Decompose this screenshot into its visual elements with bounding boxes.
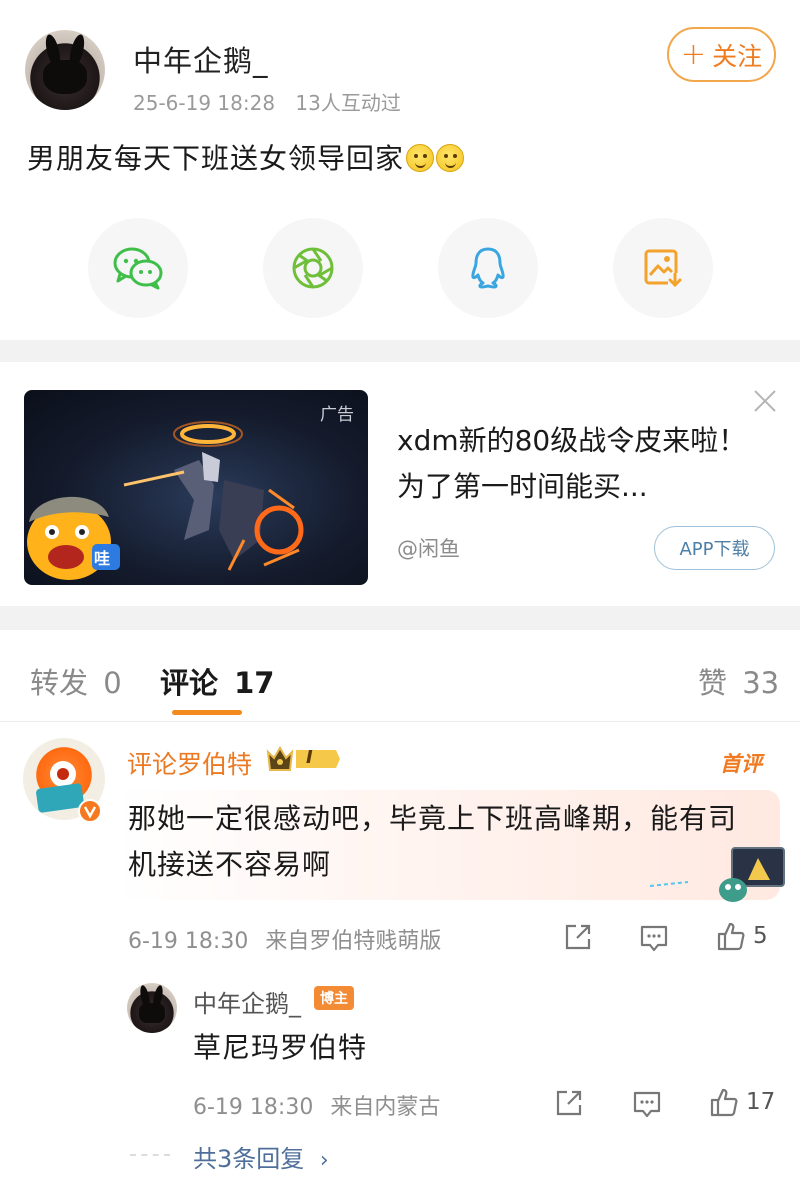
plus-icon: + (680, 37, 707, 72)
first-comment-badge: 首评 (720, 752, 762, 776)
more-replies-link[interactable]: 共3条回复 › (193, 1139, 329, 1174)
verified-icon (78, 799, 102, 823)
reply-source: 来自内蒙古 (330, 1095, 441, 1120)
share-icon (556, 1090, 582, 1116)
wechat-icon (113, 247, 163, 290)
reply-like-count: 17 (746, 1089, 776, 1115)
section-divider (0, 340, 800, 362)
comment-share-button[interactable] (563, 922, 593, 952)
tab-bar: 转发 0 评论 17 赞 33 (0, 630, 800, 722)
comment-icon (640, 925, 668, 952)
tab-comments[interactable]: 评论 17 (160, 660, 274, 702)
comment-reply-button[interactable] (639, 923, 669, 953)
tv-decoration-icon (649, 847, 785, 902)
tab-repost-label: 转发 (30, 666, 89, 700)
share-moments-button[interactable] (263, 218, 363, 318)
post-body: 男朋友每天下班送女领导回家 (27, 142, 405, 175)
tab-comments-count: 17 (234, 666, 275, 700)
reply-divider (130, 1154, 170, 1156)
moments-icon (292, 247, 334, 289)
qq-icon (471, 247, 505, 289)
post-username[interactable]: 中年企鹅_ (133, 38, 269, 80)
ad-mascot-label: 哇 (94, 549, 111, 568)
post-meta: 25-6-19 18:28 13人互动过 (133, 87, 401, 116)
chevron-right-icon: › (319, 1148, 329, 1173)
reply-username[interactable]: 中年企鹅_ (193, 984, 301, 1019)
avatar[interactable] (25, 30, 105, 110)
reply-text: 草尼玛罗伯特 (193, 1031, 368, 1064)
tab-repost[interactable]: 转发 0 (30, 660, 122, 702)
share-row (0, 218, 800, 318)
tab-likes-count: 33 (742, 666, 780, 700)
comment-meta: 6-19 18:30 来自罗伯特贱萌版 (128, 923, 441, 955)
ad-title[interactable]: xdm新的80级战令皮来啦！为了第一时间能买... (397, 418, 757, 510)
tab-likes-label: 赞 (698, 666, 728, 700)
commenter-name[interactable]: 评论罗伯特 (127, 745, 252, 781)
share-icon (565, 924, 591, 950)
post-date: 25-6-19 18:28 (133, 91, 276, 115)
reply-meta: 6-19 18:30 来自内蒙古 (193, 1089, 440, 1121)
comment-time: 6-19 18:30 (128, 929, 249, 954)
share-qq-button[interactable] (438, 218, 538, 318)
post-text: 男朋友每天下班送女领导回家 (27, 137, 465, 177)
close-icon[interactable] (752, 388, 778, 414)
avatar-mask (43, 60, 87, 94)
comment-source: 来自罗伯特贱萌版 (265, 929, 442, 954)
reply-share-button[interactable] (554, 1088, 584, 1118)
more-replies-label: 共3条回复 (193, 1145, 305, 1173)
post-interactions: 13人互动过 (295, 91, 401, 115)
ad-image[interactable]: 广告 哇 (24, 390, 368, 585)
app-download-button[interactable]: APP下载 (654, 526, 775, 570)
save-image-icon (644, 249, 682, 288)
crown-level-badge (266, 746, 340, 771)
tab-comments-label: 评论 (160, 666, 219, 700)
thumbs-up-icon (717, 922, 745, 951)
tab-likes[interactable]: 赞 33 (698, 660, 779, 702)
comment-like-count: 5 (753, 923, 768, 949)
tab-repost-count: 0 (103, 666, 122, 700)
reply-time: 6-19 18:30 (193, 1095, 314, 1120)
active-tab-indicator (172, 710, 242, 715)
thumbs-up-icon (710, 1088, 738, 1117)
level-badge-text: I (306, 747, 313, 768)
share-wechat-button[interactable] (88, 218, 188, 318)
reply-like-button[interactable]: 17 (708, 1086, 775, 1118)
post-card: 中年企鹅_ 25-6-19 18:28 13人互动过 + 关注 男朋友每天下班送… (0, 0, 800, 340)
reply-avatar-art (139, 985, 165, 1023)
ad-source[interactable]: @闲鱼 (397, 533, 460, 563)
comment-icon (633, 1091, 661, 1118)
follow-label: 关注 (712, 41, 763, 71)
reply-avatar[interactable] (127, 983, 177, 1033)
smiling-emoji-icon (436, 144, 465, 172)
host-badge: 博主 (314, 986, 354, 1010)
comment-like-button[interactable]: 5 (715, 920, 768, 952)
section-divider (0, 606, 800, 630)
smiling-emoji-icon (406, 144, 435, 172)
save-image-button[interactable] (613, 218, 713, 318)
reply-comment-button[interactable] (632, 1089, 662, 1119)
follow-button[interactable]: + 关注 (667, 27, 776, 82)
